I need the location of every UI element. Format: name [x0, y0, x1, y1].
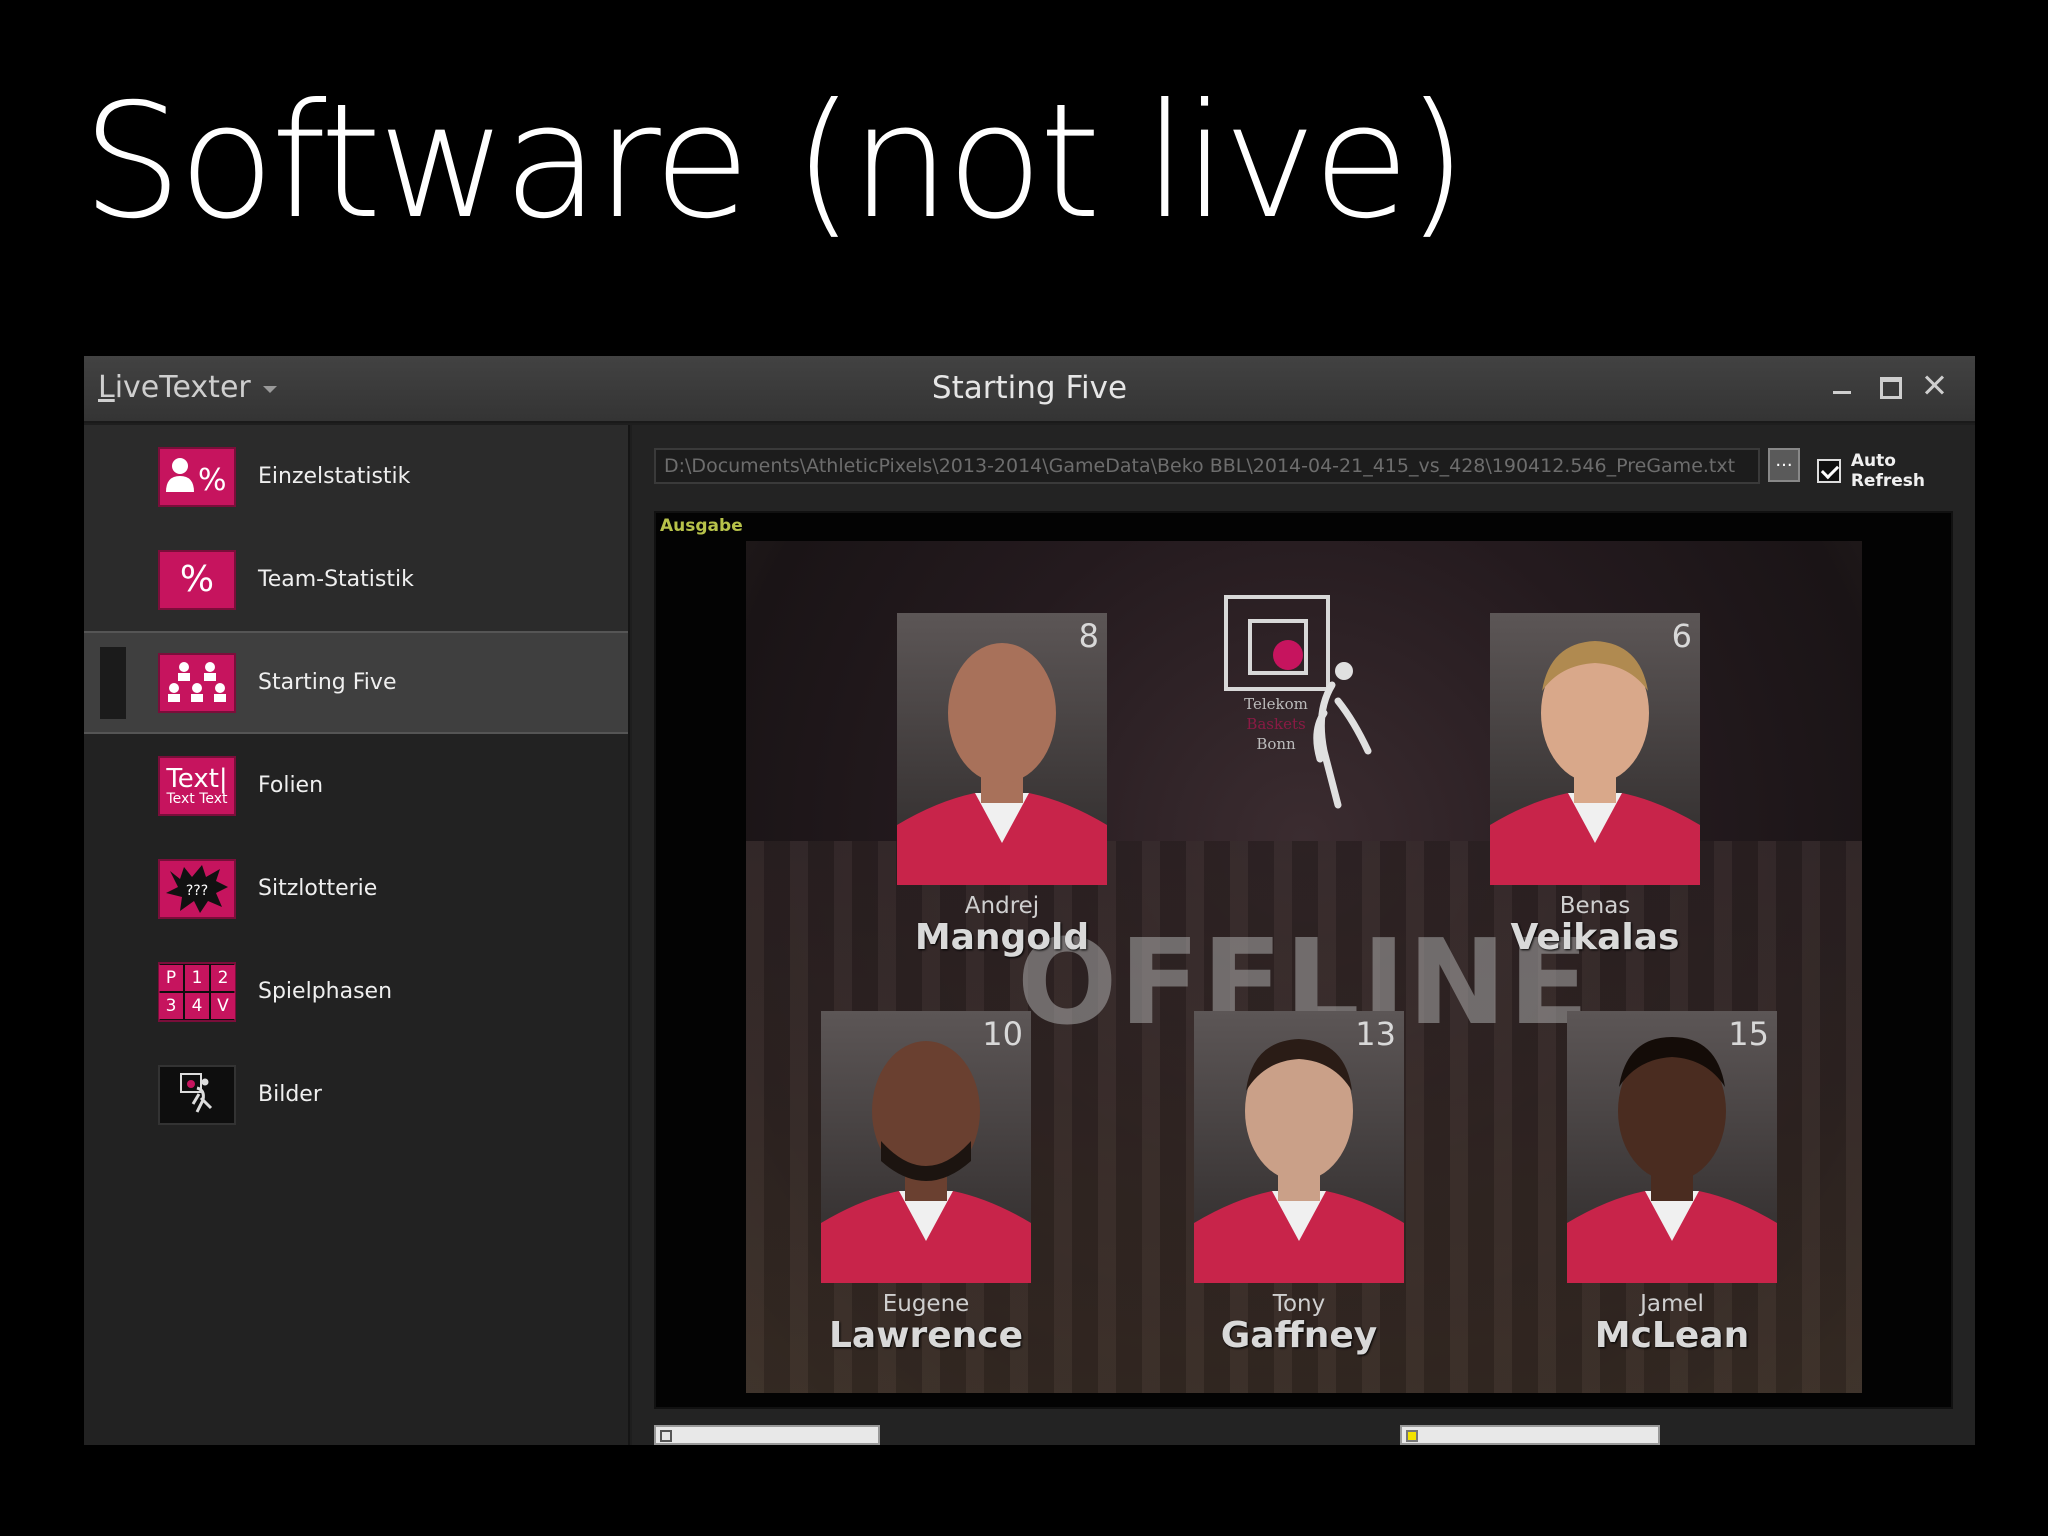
sidebar-item-bilder[interactable]: Bilder: [84, 1043, 628, 1146]
sidebar-item-team-statistik[interactable]: % Team-Statistik: [84, 528, 628, 631]
sidebar-item-folien[interactable]: Text| Text Text Folien: [84, 734, 628, 837]
percent-glyph: %: [179, 559, 215, 600]
sidebar-item-starting-five[interactable]: Starting Five: [84, 631, 628, 734]
player-card: 6 Benas Veikalas: [1489, 613, 1701, 958]
file-path-field[interactable]: D:\Documents\AthleticPixels\2013-2014\Ga…: [654, 448, 1760, 484]
maximize-icon[interactable]: [1875, 372, 1902, 399]
svg-text:???: ???: [186, 883, 208, 899]
phase-2: 2: [211, 964, 235, 991]
starting-five-icon: [158, 652, 236, 713]
svg-text:Telekom: Telekom: [1244, 695, 1308, 713]
phase-3: 3: [159, 992, 183, 1019]
person-percent-icon: %: [158, 446, 236, 507]
sidebar-item-einzelstatistik[interactable]: % Einzelstatistik: [84, 425, 628, 528]
player-last-name: McLean: [1594, 1315, 1750, 1356]
sidebar: % Einzelstatistik % Team-Statistik Start…: [84, 425, 630, 1445]
text-slide-icon: Text| Text Text: [158, 755, 236, 816]
player-number: 13: [1355, 1015, 1396, 1053]
player-first-name: Benas: [1559, 893, 1631, 919]
player-first-name: Tony: [1272, 1291, 1326, 1317]
sidebar-item-label: Bilder: [258, 1082, 322, 1107]
player-last-name: Lawrence: [828, 1315, 1024, 1356]
sidebar-item-sitzlotterie[interactable]: ??? Sitzlotterie: [84, 837, 628, 940]
browse-button[interactable]: ...: [1768, 448, 1800, 482]
status-icon: [1406, 1430, 1418, 1442]
face: [948, 643, 1056, 783]
phase-4: 4: [185, 992, 209, 1019]
icon-text-large: Text|: [166, 763, 228, 794]
active-indicator: [100, 647, 126, 719]
phase-1: 1: [185, 964, 209, 991]
svg-text:Baskets: Baskets: [1246, 715, 1305, 733]
checkbox-icon: [660, 1430, 672, 1442]
svg-text:Bonn: Bonn: [1256, 735, 1296, 753]
main-panel: D:\Documents\AthleticPixels\2013-2014\Ga…: [632, 425, 1975, 1445]
game-phases-icon: P 1 2 3 4 V: [158, 961, 236, 1022]
player-photo: [1490, 641, 1700, 885]
player-last-name: Mangold: [914, 917, 1090, 958]
player-number: 15: [1728, 1015, 1769, 1053]
phase-p: P: [159, 964, 183, 991]
player-card: 8 Andrej Mangold: [896, 613, 1108, 958]
seat-lottery-icon: ???: [158, 858, 236, 919]
close-icon[interactable]: [1921, 372, 1947, 398]
sidebar-item-label: Team-Statistik: [258, 567, 414, 592]
auto-refresh-toggle[interactable]: Auto Refresh: [1817, 451, 1975, 491]
bottom-control-left[interactable]: [654, 1425, 880, 1445]
sidebar-item-label: Einzelstatistik: [258, 464, 411, 489]
sidebar-item-spielphasen[interactable]: P 1 2 3 4 V Spielphasen: [84, 940, 628, 1043]
phase-v: V: [211, 992, 235, 1019]
window-controls: [1829, 372, 1947, 399]
player-card: 13 Tony Gaffney: [1193, 1011, 1405, 1356]
player-portrait: 6: [1490, 613, 1700, 885]
sidebar-item-label: Starting Five: [258, 670, 397, 695]
sidebar-item-label: Spielphasen: [258, 979, 393, 1004]
player-first-name: Eugene: [882, 1291, 970, 1317]
title-bar: LiveTexter Starting Five: [84, 356, 1975, 423]
livetexter-window: LiveTexter Starting Five % Einzelstatist…: [84, 356, 1975, 1445]
images-icon: [158, 1064, 236, 1125]
player-portrait: 13: [1194, 1011, 1404, 1283]
sidebar-item-label: Folien: [258, 773, 324, 798]
player-first-name: Andrej: [964, 893, 1040, 919]
player-card: 15 Jamel McLean: [1566, 1011, 1778, 1356]
icon-text-small: Text Text: [166, 790, 228, 807]
output-label: Ausgabe: [660, 516, 743, 536]
player-last-name: Veikalas: [1510, 917, 1680, 958]
starting-five-graphic: Telekom Baskets Bonn OFFLINE 8 Andrej Ma…: [746, 541, 1862, 1393]
player-number: 10: [982, 1015, 1023, 1053]
player-last-name: Gaffney: [1220, 1315, 1378, 1356]
player-portrait: 8: [897, 613, 1107, 885]
player-number: 6: [1671, 617, 1692, 655]
percent-icon: %: [158, 549, 236, 610]
svg-text:%: %: [198, 463, 227, 498]
sidebar-item-label: Sitzlotterie: [258, 876, 378, 901]
bottom-control-right[interactable]: [1400, 1425, 1660, 1445]
player-portrait: 10: [821, 1011, 1031, 1283]
player-portrait: 15: [1567, 1011, 1777, 1283]
player-number: 8: [1078, 617, 1099, 655]
auto-refresh-checkbox[interactable]: [1817, 459, 1841, 483]
player-photo: [897, 643, 1107, 885]
window-title: Starting Five: [931, 370, 1128, 406]
auto-refresh-label: Auto Refresh: [1850, 451, 1925, 491]
player-card: 10 Eugene Lawrence: [820, 1011, 1032, 1356]
slide-title: Software (not live): [82, 70, 1467, 254]
team-logo: Telekom Baskets Bonn: [1224, 595, 1372, 809]
output-preview: Ausgabe Telekom Baskets Bonn OFFLINE 8 A…: [654, 511, 1953, 1409]
minimize-icon[interactable]: [1829, 372, 1855, 398]
player-first-name: Jamel: [1640, 1291, 1704, 1317]
